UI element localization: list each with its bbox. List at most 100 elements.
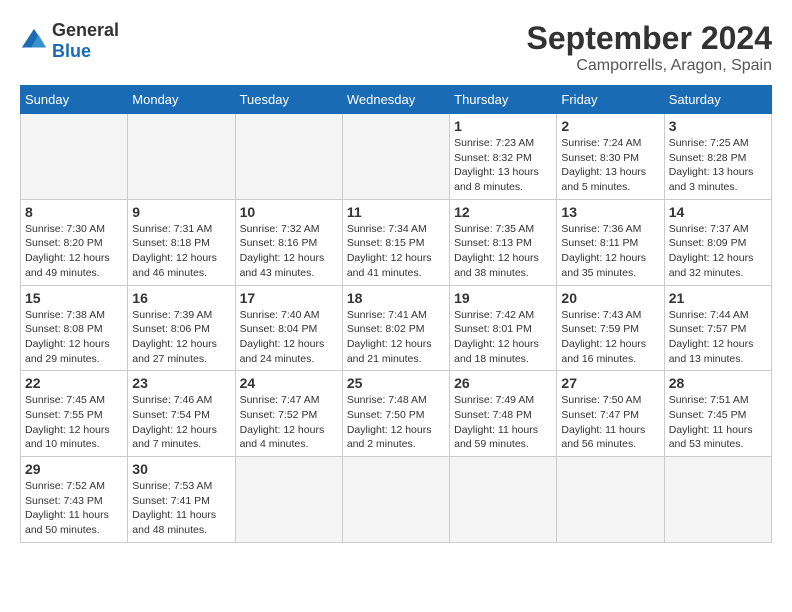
calendar-cell: 13 Sunrise: 7:36 AMSunset: 8:11 PMDaylig… <box>557 199 664 285</box>
calendar-day-header: Saturday <box>664 86 771 114</box>
calendar-header-row: SundayMondayTuesdayWednesdayThursdayFrid… <box>21 86 772 114</box>
day-info: Sunrise: 7:43 AMSunset: 7:59 PMDaylight:… <box>561 309 646 365</box>
day-number: 26 <box>454 375 552 391</box>
calendar-cell <box>342 457 449 543</box>
day-number: 14 <box>669 204 767 220</box>
day-info: Sunrise: 7:37 AMSunset: 8:09 PMDaylight:… <box>669 223 754 279</box>
calendar-cell: 10 Sunrise: 7:32 AMSunset: 8:16 PMDaylig… <box>235 199 342 285</box>
location-subtitle: Camporrells, Aragon, Spain <box>527 57 772 75</box>
day-info: Sunrise: 7:32 AMSunset: 8:16 PMDaylight:… <box>240 223 325 279</box>
calendar-cell: 15 Sunrise: 7:38 AMSunset: 8:08 PMDaylig… <box>21 285 128 371</box>
day-number: 13 <box>561 204 659 220</box>
day-number: 17 <box>240 290 338 306</box>
day-number: 22 <box>25 375 123 391</box>
calendar-cell <box>21 114 128 200</box>
calendar-cell: 2 Sunrise: 7:24 AMSunset: 8:30 PMDayligh… <box>557 114 664 200</box>
day-info: Sunrise: 7:30 AMSunset: 8:20 PMDaylight:… <box>25 223 110 279</box>
calendar-cell <box>664 457 771 543</box>
calendar-cell: 19 Sunrise: 7:42 AMSunset: 8:01 PMDaylig… <box>450 285 557 371</box>
day-info: Sunrise: 7:48 AMSunset: 7:50 PMDaylight:… <box>347 394 432 450</box>
calendar-cell: 11 Sunrise: 7:34 AMSunset: 8:15 PMDaylig… <box>342 199 449 285</box>
calendar-cell: 17 Sunrise: 7:40 AMSunset: 8:04 PMDaylig… <box>235 285 342 371</box>
day-number: 10 <box>240 204 338 220</box>
month-year-title: September 2024 <box>527 20 772 57</box>
calendar-cell: 12 Sunrise: 7:35 AMSunset: 8:13 PMDaylig… <box>450 199 557 285</box>
calendar-day-header: Tuesday <box>235 86 342 114</box>
day-number: 8 <box>25 204 123 220</box>
calendar-cell: 21 Sunrise: 7:44 AMSunset: 7:57 PMDaylig… <box>664 285 771 371</box>
title-area: September 2024 Camporrells, Aragon, Spai… <box>527 20 772 75</box>
calendar-cell: 24 Sunrise: 7:47 AMSunset: 7:52 PMDaylig… <box>235 371 342 457</box>
day-number: 1 <box>454 118 552 134</box>
calendar-week-row: 1 Sunrise: 7:23 AMSunset: 8:32 PMDayligh… <box>21 114 772 200</box>
calendar-cell <box>235 114 342 200</box>
calendar-cell: 3 Sunrise: 7:25 AMSunset: 8:28 PMDayligh… <box>664 114 771 200</box>
day-info: Sunrise: 7:45 AMSunset: 7:55 PMDaylight:… <box>25 394 110 450</box>
day-info: Sunrise: 7:25 AMSunset: 8:28 PMDaylight:… <box>669 137 754 193</box>
day-info: Sunrise: 7:49 AMSunset: 7:48 PMDaylight:… <box>454 394 538 450</box>
day-number: 2 <box>561 118 659 134</box>
calendar-week-row: 22 Sunrise: 7:45 AMSunset: 7:55 PMDaylig… <box>21 371 772 457</box>
calendar-cell: 1 Sunrise: 7:23 AMSunset: 8:32 PMDayligh… <box>450 114 557 200</box>
calendar-day-header: Monday <box>128 86 235 114</box>
calendar-week-row: 8 Sunrise: 7:30 AMSunset: 8:20 PMDayligh… <box>21 199 772 285</box>
calendar-week-row: 29 Sunrise: 7:52 AMSunset: 7:43 PMDaylig… <box>21 457 772 543</box>
day-info: Sunrise: 7:36 AMSunset: 8:11 PMDaylight:… <box>561 223 646 279</box>
day-number: 12 <box>454 204 552 220</box>
calendar-cell: 22 Sunrise: 7:45 AMSunset: 7:55 PMDaylig… <box>21 371 128 457</box>
day-info: Sunrise: 7:39 AMSunset: 8:06 PMDaylight:… <box>132 309 217 365</box>
calendar-cell: 16 Sunrise: 7:39 AMSunset: 8:06 PMDaylig… <box>128 285 235 371</box>
day-info: Sunrise: 7:40 AMSunset: 8:04 PMDaylight:… <box>240 309 325 365</box>
day-number: 19 <box>454 290 552 306</box>
day-info: Sunrise: 7:47 AMSunset: 7:52 PMDaylight:… <box>240 394 325 450</box>
day-info: Sunrise: 7:24 AMSunset: 8:30 PMDaylight:… <box>561 137 646 193</box>
day-info: Sunrise: 7:50 AMSunset: 7:47 PMDaylight:… <box>561 394 645 450</box>
day-info: Sunrise: 7:35 AMSunset: 8:13 PMDaylight:… <box>454 223 539 279</box>
day-info: Sunrise: 7:23 AMSunset: 8:32 PMDaylight:… <box>454 137 539 193</box>
calendar-cell <box>128 114 235 200</box>
day-info: Sunrise: 7:38 AMSunset: 8:08 PMDaylight:… <box>25 309 110 365</box>
calendar-cell: 9 Sunrise: 7:31 AMSunset: 8:18 PMDayligh… <box>128 199 235 285</box>
day-number: 25 <box>347 375 445 391</box>
day-number: 21 <box>669 290 767 306</box>
calendar-cell: 29 Sunrise: 7:52 AMSunset: 7:43 PMDaylig… <box>21 457 128 543</box>
calendar-cell <box>450 457 557 543</box>
logo: General Blue <box>20 20 119 62</box>
day-info: Sunrise: 7:34 AMSunset: 8:15 PMDaylight:… <box>347 223 432 279</box>
logo-icon <box>20 27 48 55</box>
page-header: General Blue September 2024 Camporrells,… <box>20 20 772 75</box>
day-number: 15 <box>25 290 123 306</box>
day-info: Sunrise: 7:53 AMSunset: 7:41 PMDaylight:… <box>132 480 216 536</box>
logo-text-blue: Blue <box>52 41 91 61</box>
calendar-cell: 28 Sunrise: 7:51 AMSunset: 7:45 PMDaylig… <box>664 371 771 457</box>
calendar-cell: 25 Sunrise: 7:48 AMSunset: 7:50 PMDaylig… <box>342 371 449 457</box>
day-number: 23 <box>132 375 230 391</box>
calendar-day-header: Wednesday <box>342 86 449 114</box>
calendar-cell: 20 Sunrise: 7:43 AMSunset: 7:59 PMDaylig… <box>557 285 664 371</box>
day-info: Sunrise: 7:46 AMSunset: 7:54 PMDaylight:… <box>132 394 217 450</box>
calendar-cell <box>235 457 342 543</box>
day-number: 3 <box>669 118 767 134</box>
calendar-cell: 14 Sunrise: 7:37 AMSunset: 8:09 PMDaylig… <box>664 199 771 285</box>
calendar-cell: 18 Sunrise: 7:41 AMSunset: 8:02 PMDaylig… <box>342 285 449 371</box>
day-number: 28 <box>669 375 767 391</box>
day-number: 20 <box>561 290 659 306</box>
day-number: 29 <box>25 461 123 477</box>
calendar-day-header: Friday <box>557 86 664 114</box>
calendar-cell: 23 Sunrise: 7:46 AMSunset: 7:54 PMDaylig… <box>128 371 235 457</box>
calendar-cell: 27 Sunrise: 7:50 AMSunset: 7:47 PMDaylig… <box>557 371 664 457</box>
logo-text-general: General <box>52 20 119 40</box>
day-number: 24 <box>240 375 338 391</box>
calendar-table: SundayMondayTuesdayWednesdayThursdayFrid… <box>20 85 772 543</box>
calendar-cell: 26 Sunrise: 7:49 AMSunset: 7:48 PMDaylig… <box>450 371 557 457</box>
day-number: 11 <box>347 204 445 220</box>
calendar-day-header: Thursday <box>450 86 557 114</box>
calendar-cell: 8 Sunrise: 7:30 AMSunset: 8:20 PMDayligh… <box>21 199 128 285</box>
calendar-cell <box>342 114 449 200</box>
day-number: 30 <box>132 461 230 477</box>
calendar-week-row: 15 Sunrise: 7:38 AMSunset: 8:08 PMDaylig… <box>21 285 772 371</box>
day-number: 27 <box>561 375 659 391</box>
day-number: 16 <box>132 290 230 306</box>
day-number: 18 <box>347 290 445 306</box>
day-info: Sunrise: 7:44 AMSunset: 7:57 PMDaylight:… <box>669 309 754 365</box>
